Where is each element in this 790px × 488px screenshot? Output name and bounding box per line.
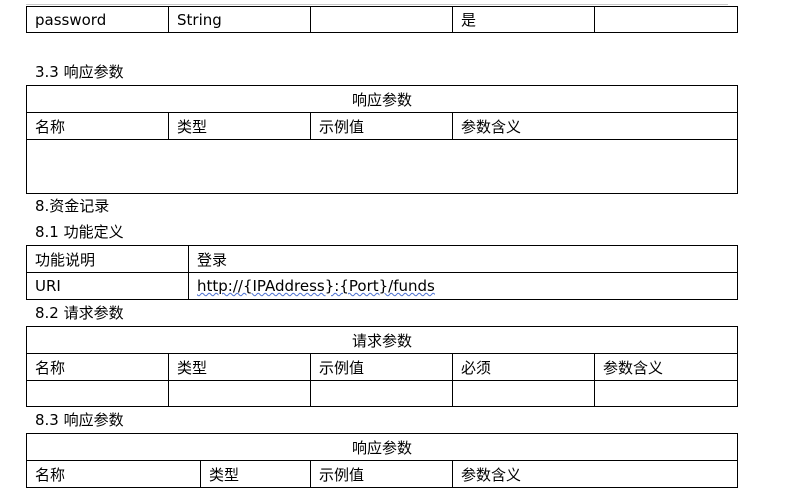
- empty-cell: [310, 380, 453, 407]
- table-title: 响应参数: [25, 85, 739, 113]
- column-header: 必须: [452, 353, 595, 381]
- response-params-table-8-3: 响应参数 名称 类型 示例值 参数含义: [25, 433, 739, 488]
- param-example-cell: [310, 6, 453, 33]
- table-row: 功能说明 登录: [26, 245, 738, 273]
- uri-text: http://{IPAddress}:{Port}/funds: [197, 277, 435, 295]
- function-definition-table: 功能说明 登录 URI http://{IPAddress}:{Port}/fu…: [26, 245, 738, 300]
- column-header: 名称: [26, 460, 201, 488]
- request-params-table: 请求参数 名称 类型 示例值 必须 参数含义: [26, 326, 738, 407]
- table-row: [25, 139, 739, 194]
- table-title: 响应参数: [25, 433, 739, 461]
- empty-cell: [168, 380, 311, 407]
- param-required-cell: 是: [452, 6, 595, 33]
- section-3-3-heading: 3.3 响应参数: [35, 63, 124, 81]
- table-title: 请求参数: [26, 326, 738, 354]
- func-value-cell: 登录: [188, 245, 738, 273]
- page-top-rule: [26, 4, 728, 5]
- column-header: 示例值: [310, 460, 453, 488]
- column-header: 示例值: [310, 353, 453, 381]
- empty-cell: [26, 380, 169, 407]
- empty-cell: [452, 380, 595, 407]
- column-header: 类型: [168, 112, 311, 140]
- response-params-table: 响应参数 名称 类型 示例值 参数含义: [25, 85, 739, 194]
- param-type-cell: String: [168, 6, 311, 33]
- column-header: 名称: [26, 353, 169, 381]
- param-meaning-cell: [594, 6, 738, 33]
- func-label-cell: 功能说明: [26, 245, 189, 273]
- table-row: [26, 380, 738, 407]
- empty-cell: [25, 139, 739, 194]
- section-8-3-heading: 8.3 响应参数: [35, 411, 124, 429]
- empty-cell: [594, 380, 738, 407]
- func-label-cell: URI: [26, 272, 189, 300]
- table-row: URI http://{IPAddress}:{Port}/funds: [26, 272, 738, 300]
- column-header: 参数含义: [594, 353, 738, 381]
- section-8-1-heading: 8.1 功能定义: [35, 223, 124, 241]
- column-header: 示例值: [310, 112, 453, 140]
- request-params-table-tail: password String 是: [26, 6, 738, 33]
- column-header: 名称: [26, 112, 169, 140]
- uri-cell: http://{IPAddress}:{Port}/funds: [188, 272, 738, 300]
- table-row: password String 是: [26, 6, 738, 33]
- param-name-cell: password: [26, 6, 169, 33]
- table-header-row: 名称 类型 示例值 参数含义: [26, 112, 739, 140]
- column-header: 类型: [200, 460, 311, 488]
- section-8-2-heading: 8.2 请求参数: [35, 304, 124, 322]
- table-header-row: 名称 类型 示例值 必须 参数含义: [26, 353, 738, 381]
- column-header: 参数含义: [451, 460, 739, 488]
- column-header: 类型: [168, 353, 311, 381]
- table-header-row: 名称 类型 示例值 参数含义: [26, 460, 739, 488]
- column-header: 参数含义: [451, 112, 739, 140]
- section-8-heading: 8.资金记录: [35, 197, 110, 215]
